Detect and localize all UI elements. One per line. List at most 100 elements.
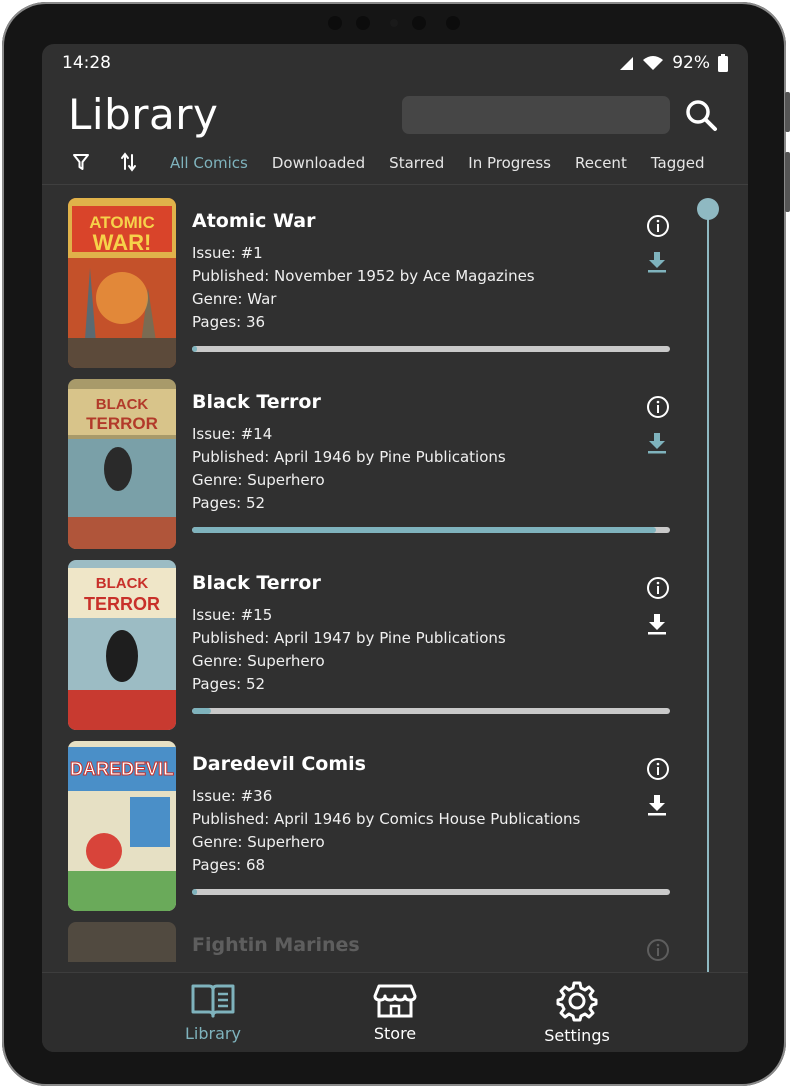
download-icon [648, 614, 666, 635]
camera-icon [356, 16, 370, 30]
comic-list-item[interactable]: BLACK TERROR Black Terror Issue: #14 Pub… [68, 379, 688, 560]
comic-title: Atomic War [192, 210, 316, 232]
comic-issue: Issue: #36 [192, 787, 273, 805]
reading-progress-bar [192, 889, 670, 895]
comic-issue: Issue: #15 [192, 606, 273, 624]
power-button [785, 92, 790, 132]
reading-progress-bar [192, 527, 670, 533]
book-icon [191, 984, 235, 1018]
nav-library-label: Library [185, 1024, 241, 1043]
nav-library[interactable]: Library [158, 973, 268, 1052]
reading-progress-bar [192, 708, 670, 714]
gear-icon [556, 981, 598, 1022]
info-button[interactable] [646, 214, 670, 242]
comic-pages: Pages: 52 [192, 494, 266, 512]
comic-pages: Pages: 68 [192, 856, 266, 874]
comic-genre: Genre: Superhero [192, 652, 325, 670]
tab-starred[interactable]: Starred [389, 154, 444, 172]
tab-tagged[interactable]: Tagged [651, 154, 705, 172]
info-icon [647, 577, 669, 599]
comic-published: Published: November 1952 by Ace Magazine… [192, 267, 535, 285]
camera-icon [328, 16, 342, 30]
camera-icon [446, 16, 460, 30]
comic-list-item[interactable]: ATOMIC WAR! Atomic War Issue: #1 Publish… [68, 198, 688, 379]
info-button[interactable] [646, 757, 670, 785]
comic-title: Black Terror [192, 391, 321, 413]
comic-cover: ATOMIC WAR! [68, 198, 176, 368]
scrollbar-track[interactable] [707, 212, 709, 994]
comic-pages: Pages: 36 [192, 313, 266, 331]
info-icon [647, 396, 669, 418]
comic-list-item[interactable]: Fightin Marines [68, 922, 688, 962]
camera-icon [412, 16, 426, 30]
tab-downloaded[interactable]: Downloaded [272, 154, 365, 172]
svg-text:TERROR: TERROR [86, 414, 158, 433]
svg-text:DAREDEVIL: DAREDEVIL [70, 759, 174, 779]
tab-all-comics[interactable]: All Comics [170, 154, 248, 172]
nav-settings-label: Settings [544, 1026, 610, 1045]
search-icon [686, 100, 717, 131]
download-icon [648, 795, 666, 816]
info-button[interactable] [646, 938, 670, 962]
comic-title: Daredevil Comis [192, 753, 366, 775]
tab-in-progress[interactable]: In Progress [468, 154, 551, 172]
filter-tabs: All Comics Downloaded Starred In Progres… [170, 154, 705, 172]
download-button[interactable] [646, 250, 668, 278]
download-button[interactable] [646, 612, 668, 640]
download-button[interactable] [646, 431, 668, 459]
svg-text:BLACK: BLACK [96, 575, 149, 592]
sort-icon[interactable] [120, 152, 138, 172]
download-button[interactable] [646, 793, 668, 821]
app-screen: 14:28 92% Library All Comics Downloaded … [42, 44, 748, 1052]
scrollbar-thumb[interactable] [697, 198, 719, 220]
comic-published: Published: April 1947 by Pine Publicatio… [192, 629, 506, 647]
sensor-icon [390, 19, 398, 27]
comic-genre: Genre: Superhero [192, 471, 325, 489]
nav-store-label: Store [373, 1024, 417, 1043]
comic-issue: Issue: #14 [192, 425, 273, 443]
bottom-nav: Library Store Settings [42, 972, 748, 1052]
info-icon [647, 758, 669, 780]
battery-icon [718, 54, 728, 72]
search-input[interactable] [402, 96, 670, 134]
battery-percent: 92% [672, 53, 710, 73]
status-bar: 14:28 92% [62, 52, 728, 74]
comic-list-item[interactable]: DAREDEVIL Daredevil Comis Issue: #36 Pub… [68, 741, 688, 922]
svg-text:BLACK: BLACK [96, 396, 149, 413]
reading-progress-bar [192, 346, 670, 352]
comic-published: Published: April 1946 by Pine Publicatio… [192, 448, 506, 466]
svg-text:TERROR: TERROR [84, 594, 160, 614]
comic-title: Fightin Marines [192, 934, 360, 956]
nav-settings[interactable]: Settings [522, 973, 632, 1052]
comic-issue: Issue: #1 [192, 244, 263, 262]
volume-button [785, 152, 790, 212]
comic-cover: BLACK TERROR [68, 379, 176, 549]
tab-recent[interactable]: Recent [575, 154, 627, 172]
info-button[interactable] [646, 395, 670, 423]
info-button[interactable] [646, 576, 670, 604]
nav-store[interactable]: Store [340, 973, 450, 1052]
search-button[interactable] [682, 96, 720, 134]
comic-title: Black Terror [192, 572, 321, 594]
svg-text:WAR!: WAR! [93, 230, 152, 255]
comic-genre: Genre: War [192, 290, 277, 308]
store-icon [373, 984, 417, 1018]
cell-signal-icon [620, 57, 634, 70]
wifi-icon [643, 56, 664, 70]
tablet-frame: 14:28 92% Library All Comics Downloaded … [2, 2, 790, 1086]
page-title: Library [68, 90, 219, 139]
download-icon [648, 252, 666, 273]
info-icon [647, 215, 669, 237]
filter-icon[interactable] [72, 153, 90, 171]
comic-cover [68, 922, 176, 962]
comic-list-item[interactable]: BLACK TERROR Black Terror Issue: #15 Pub… [68, 560, 688, 741]
comic-published: Published: April 1946 by Comics House Pu… [192, 810, 581, 828]
status-time: 14:28 [62, 53, 111, 73]
header-divider [42, 184, 748, 185]
comic-cover: DAREDEVIL [68, 741, 176, 911]
comic-list: ATOMIC WAR! Atomic War Issue: #1 Publish… [68, 198, 688, 962]
comic-pages: Pages: 52 [192, 675, 266, 693]
comic-genre: Genre: Superhero [192, 833, 325, 851]
info-icon [647, 939, 669, 961]
comic-cover: BLACK TERROR [68, 560, 176, 730]
